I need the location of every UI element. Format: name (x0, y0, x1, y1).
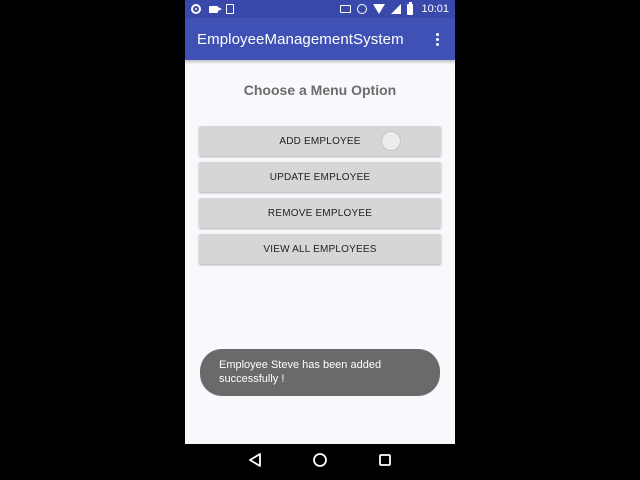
status-left-icons (191, 4, 234, 14)
update-employee-label: UPDATE EMPLOYEE (269, 171, 371, 183)
update-employee-button[interactable]: UPDATE EMPLOYEE (199, 162, 441, 192)
recent-apps-icon[interactable] (378, 453, 392, 472)
touch-ripple (381, 131, 401, 151)
signal-icon (391, 4, 402, 14)
app-bar: EmployeeManagementSystem (185, 18, 455, 60)
camera-icon (209, 5, 222, 13)
phone-screen: 10:01 EmployeeManagementSystem Choose a … (185, 0, 455, 480)
status-bar: 10:01 (185, 0, 455, 18)
alarm-icon (357, 4, 368, 14)
toast-message: Employee Steve has been added successful… (200, 349, 440, 396)
record-icon (191, 4, 201, 14)
view-all-employees-button[interactable]: VIEW ALL EMPLOYEES (199, 234, 441, 264)
view-all-employees-label: VIEW ALL EMPLOYEES (263, 243, 377, 255)
status-right-icons: 10:01 (340, 1, 449, 15)
back-icon[interactable] (248, 452, 262, 472)
add-employee-label: ADD EMPLOYEE (279, 135, 361, 147)
navigation-bar (185, 444, 455, 480)
document-icon (226, 4, 234, 14)
home-icon[interactable] (312, 452, 328, 473)
wifi-icon (373, 4, 386, 14)
remove-employee-label: REMOVE EMPLOYEE (267, 207, 373, 219)
status-time: 10:01 (421, 3, 449, 15)
cast-icon (340, 5, 352, 13)
remove-employee-button[interactable]: REMOVE EMPLOYEE (199, 198, 441, 228)
app-title: EmployeeManagementSystem (197, 30, 404, 48)
page-title: Choose a Menu Option (243, 82, 397, 98)
toast-text: Employee Steve has been added successful… (219, 359, 382, 385)
add-employee-button[interactable]: ADD EMPLOYEE (199, 126, 441, 156)
more-vertical-icon[interactable] (432, 29, 443, 50)
battery-icon (407, 1, 414, 15)
